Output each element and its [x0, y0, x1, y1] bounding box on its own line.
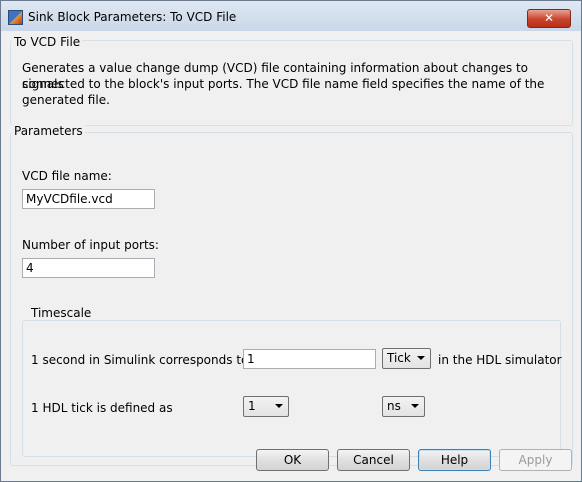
parameters-group-title: Parameters [12, 124, 85, 138]
timescale-unit-value: Tick [387, 351, 411, 365]
hdl-tick-value-dropdown[interactable]: 1 [243, 396, 289, 417]
hdl-simulator-suffix: in the HDL simulator [438, 353, 562, 367]
vcd-file-name-label: VCD file name: [22, 169, 112, 183]
vcd-file-name-field[interactable]: MyVCDfile.vcd [22, 189, 155, 209]
timescale-unit-dropdown[interactable]: Tick [382, 348, 431, 369]
description-line-2: connected to the block's input ports. Th… [22, 77, 545, 91]
cancel-button[interactable]: Cancel [337, 449, 410, 471]
hdl-tick-unit-dropdown[interactable]: ns [382, 396, 425, 417]
num-ports-field[interactable]: 4 [22, 258, 155, 278]
hdl-tick-unit: ns [387, 399, 401, 413]
title-bar[interactable]: Sink Block Parameters: To VCD File ✕ [1, 1, 581, 31]
hdl-tick-label: 1 HDL tick is defined as [31, 401, 173, 415]
apply-button[interactable]: Apply [499, 449, 572, 471]
chevron-down-icon [411, 404, 419, 408]
timescale-group [22, 320, 561, 457]
num-ports-label: Number of input ports: [22, 238, 159, 252]
chevron-down-icon [417, 356, 425, 360]
timescale-group-title: Timescale [29, 306, 94, 320]
dialog-window: Sink Block Parameters: To VCD File ✕ To … [0, 0, 582, 482]
ok-button[interactable]: OK [256, 449, 329, 471]
dialog-body: To VCD File Generates a value change dum… [10, 32, 573, 473]
window-title: Sink Block Parameters: To VCD File [28, 10, 237, 24]
simulink-second-label: 1 second in Simulink corresponds to [31, 353, 249, 367]
chevron-down-icon [275, 404, 283, 408]
simulink-block-icon [8, 10, 23, 25]
hdl-tick-value: 1 [248, 399, 256, 413]
description-group-title: To VCD File [12, 35, 83, 49]
help-button[interactable]: Help [418, 449, 491, 471]
simulink-second-field[interactable]: 1 [243, 349, 376, 369]
close-button[interactable]: ✕ [527, 9, 571, 28]
description-line-3: generated file. [22, 93, 110, 107]
close-icon: ✕ [543, 11, 555, 25]
